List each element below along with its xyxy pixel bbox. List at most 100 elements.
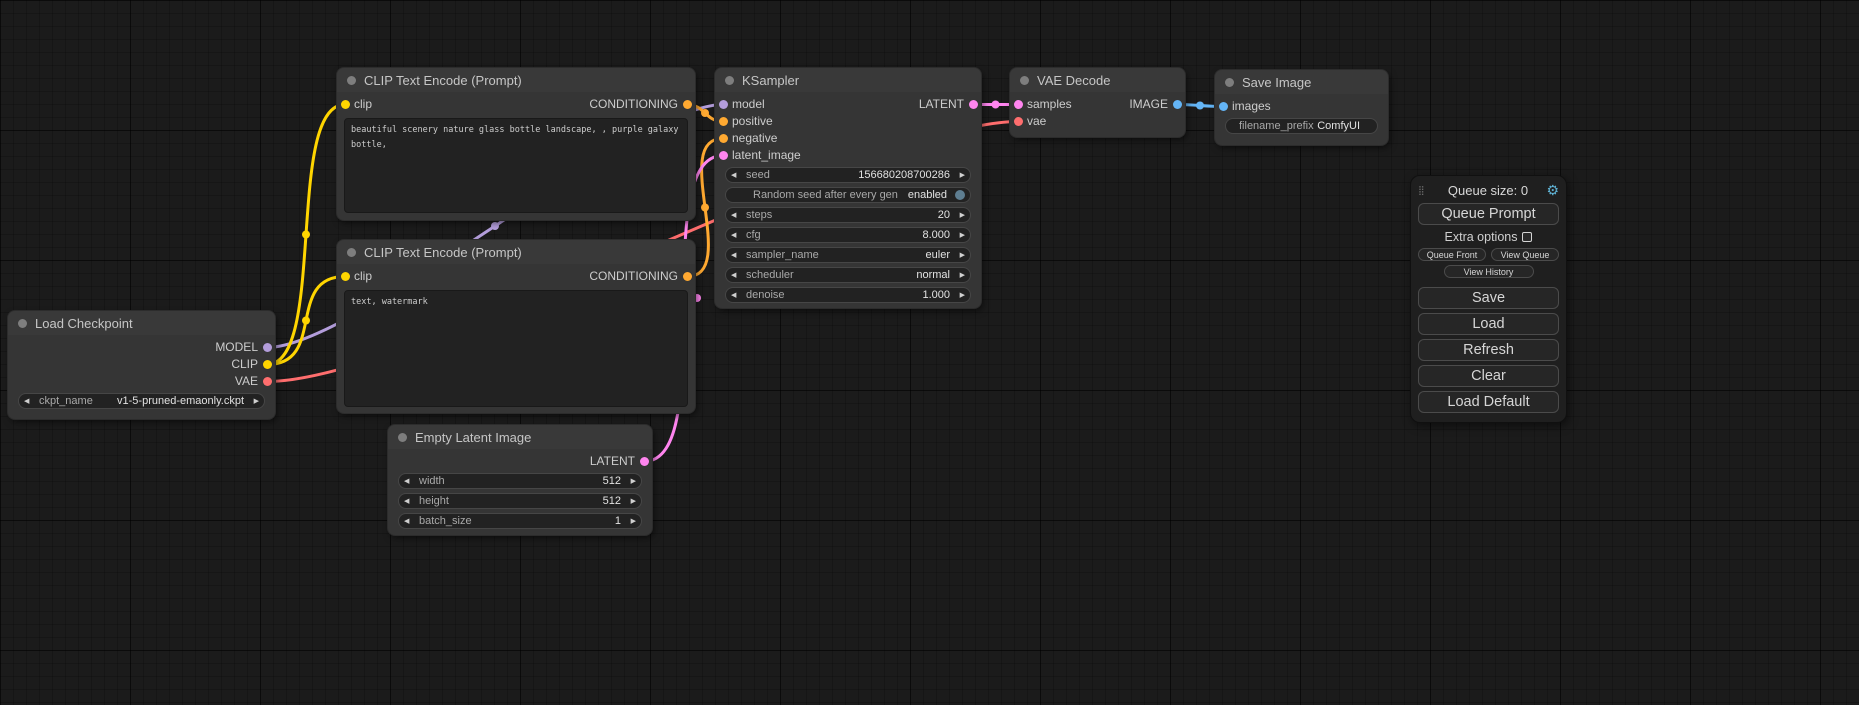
- node-header[interactable]: KSampler: [715, 68, 981, 92]
- queue-size-label: Queue size: 0: [1433, 183, 1543, 198]
- node-header[interactable]: Save Image: [1215, 70, 1388, 94]
- node-graph-canvas[interactable]: Load Checkpoint MODEL CLIP VAE ◀ ckpt_na…: [0, 0, 1859, 705]
- node-header[interactable]: CLIP Text Encode (Prompt): [337, 68, 695, 92]
- random-seed-widget[interactable]: Random seed after every gen enabled: [725, 187, 971, 203]
- prompt-text-field[interactable]: text, watermark: [344, 290, 688, 407]
- node-empty-latent-image[interactable]: Empty Latent Image LATENT ◀ width 512 ▶ …: [388, 425, 652, 535]
- prompt-text-field[interactable]: beautiful scenery nature glass bottle la…: [344, 118, 688, 213]
- decrement-arrow-icon[interactable]: ◀: [404, 514, 415, 529]
- samples-input-port[interactable]: [1014, 100, 1023, 109]
- widget-value: euler: [926, 249, 954, 261]
- decrement-arrow-icon[interactable]: ◀: [731, 288, 742, 303]
- height-widget[interactable]: ◀ height 512 ▶: [398, 493, 642, 509]
- scheduler-widget[interactable]: ◀ scheduler normal ▶: [725, 267, 971, 283]
- widget-label: Random seed after every gen: [731, 189, 908, 201]
- model-input-port[interactable]: [719, 100, 728, 109]
- decrement-arrow-icon[interactable]: ◀: [731, 268, 742, 283]
- drag-handle-icon[interactable]: ⣿: [1418, 185, 1433, 196]
- cfg-widget[interactable]: ◀ cfg 8.000 ▶: [725, 227, 971, 243]
- seed-widget[interactable]: ◀ seed 156680208700286 ▶: [725, 167, 971, 183]
- decrement-arrow-icon[interactable]: ◀: [404, 494, 415, 509]
- collapse-dot-icon[interactable]: [1020, 76, 1029, 85]
- node-ksampler[interactable]: KSampler model LATENT positive negative …: [715, 68, 981, 308]
- width-widget[interactable]: ◀ width 512 ▶: [398, 473, 642, 489]
- ckpt-name-widget[interactable]: ◀ ckpt_name v1-5-pruned-emaonly.ckpt ▶: [18, 393, 265, 409]
- conditioning-output-port[interactable]: [683, 100, 692, 109]
- node-header[interactable]: Load Checkpoint: [8, 311, 275, 335]
- sampler-name-widget[interactable]: ◀ sampler_name euler ▶: [725, 247, 971, 263]
- collapse-dot-icon[interactable]: [347, 76, 356, 85]
- increment-arrow-icon[interactable]: ▶: [954, 168, 965, 183]
- collapse-dot-icon[interactable]: [347, 248, 356, 257]
- node-load-checkpoint[interactable]: Load Checkpoint MODEL CLIP VAE ◀ ckpt_na…: [8, 311, 275, 419]
- node-header[interactable]: Empty Latent Image: [388, 425, 652, 449]
- collapse-dot-icon[interactable]: [1225, 78, 1234, 87]
- extra-options-checkbox[interactable]: [1522, 232, 1532, 242]
- denoise-widget[interactable]: ◀ denoise 1.000 ▶: [725, 287, 971, 303]
- positive-input-port[interactable]: [719, 117, 728, 126]
- load-button[interactable]: Load: [1418, 313, 1559, 335]
- increment-arrow-icon[interactable]: ▶: [954, 228, 965, 243]
- increment-arrow-icon[interactable]: ▶: [954, 268, 965, 283]
- node-header[interactable]: CLIP Text Encode (Prompt): [337, 240, 695, 264]
- decrement-arrow-icon[interactable]: ◀: [24, 394, 35, 409]
- collapse-dot-icon[interactable]: [398, 433, 407, 442]
- node-vae-decode[interactable]: VAE Decode samples IMAGE vae: [1010, 68, 1185, 137]
- port-row-samples: samples IMAGE: [1010, 96, 1185, 113]
- clear-button[interactable]: Clear: [1418, 365, 1559, 387]
- node-clip-text-encode-negative[interactable]: CLIP Text Encode (Prompt) clip CONDITION…: [337, 240, 695, 413]
- vae-input-port[interactable]: [1014, 117, 1023, 126]
- model-output-port[interactable]: [263, 343, 272, 352]
- image-output-port[interactable]: [1173, 100, 1182, 109]
- port-rows: samples IMAGE vae: [1010, 92, 1185, 130]
- batch-size-widget[interactable]: ◀ batch_size 1 ▶: [398, 513, 642, 529]
- steps-widget[interactable]: ◀ steps 20 ▶: [725, 207, 971, 223]
- increment-arrow-icon[interactable]: ▶: [954, 248, 965, 263]
- decrement-arrow-icon[interactable]: ◀: [731, 208, 742, 223]
- view-history-button[interactable]: View History: [1444, 265, 1534, 278]
- decrement-arrow-icon[interactable]: ◀: [731, 248, 742, 263]
- latent-image-input-port[interactable]: [719, 151, 728, 160]
- clip-input-port[interactable]: [341, 100, 350, 109]
- negative-input-port[interactable]: [719, 134, 728, 143]
- widget-value: enabled: [908, 189, 951, 201]
- widget-value: 512: [603, 475, 625, 487]
- decrement-arrow-icon[interactable]: ◀: [404, 474, 415, 489]
- latent-output-port[interactable]: [969, 100, 978, 109]
- increment-arrow-icon[interactable]: ▶: [625, 474, 636, 489]
- latent-output-port[interactable]: [640, 457, 649, 466]
- widget-label: sampler_name: [742, 249, 926, 261]
- view-queue-button[interactable]: View Queue: [1491, 248, 1559, 261]
- toggle-dot-icon[interactable]: [955, 190, 965, 200]
- port-row-positive: positive: [715, 113, 981, 130]
- increment-arrow-icon[interactable]: ▶: [954, 288, 965, 303]
- increment-arrow-icon[interactable]: ▶: [954, 208, 965, 223]
- widget-value: 156680208700286: [858, 169, 954, 181]
- port-rows: clip CONDITIONING: [337, 92, 695, 113]
- decrement-arrow-icon[interactable]: ◀: [731, 168, 742, 183]
- link-midpoint-dot-latent-sampled: [992, 101, 1000, 109]
- node-save-image[interactable]: Save Image images filename_prefix ComfyU…: [1215, 70, 1388, 145]
- settings-gear-icon[interactable]: ⚙: [1543, 182, 1559, 199]
- clip-input-port[interactable]: [341, 272, 350, 281]
- output-row-clip: CLIP: [8, 356, 275, 373]
- refresh-button[interactable]: Refresh: [1418, 339, 1559, 361]
- load-default-button[interactable]: Load Default: [1418, 391, 1559, 413]
- images-input-port[interactable]: [1219, 102, 1228, 111]
- increment-arrow-icon[interactable]: ▶: [248, 394, 259, 409]
- queue-front-button[interactable]: Queue Front: [1418, 248, 1486, 261]
- vae-output-port[interactable]: [263, 377, 272, 386]
- node-header[interactable]: VAE Decode: [1010, 68, 1185, 92]
- collapse-dot-icon[interactable]: [725, 76, 734, 85]
- clip-output-port[interactable]: [263, 360, 272, 369]
- decrement-arrow-icon[interactable]: ◀: [731, 228, 742, 243]
- increment-arrow-icon[interactable]: ▶: [625, 494, 636, 509]
- increment-arrow-icon[interactable]: ▶: [625, 514, 636, 529]
- save-button[interactable]: Save: [1418, 287, 1559, 309]
- node-clip-text-encode-positive[interactable]: CLIP Text Encode (Prompt) clip CONDITION…: [337, 68, 695, 220]
- collapse-dot-icon[interactable]: [18, 319, 27, 328]
- queue-prompt-button[interactable]: Queue Prompt: [1418, 203, 1559, 225]
- output-label-image: IMAGE: [1129, 97, 1168, 111]
- filename-prefix-widget[interactable]: filename_prefix ComfyUI: [1225, 118, 1378, 134]
- conditioning-output-port[interactable]: [683, 272, 692, 281]
